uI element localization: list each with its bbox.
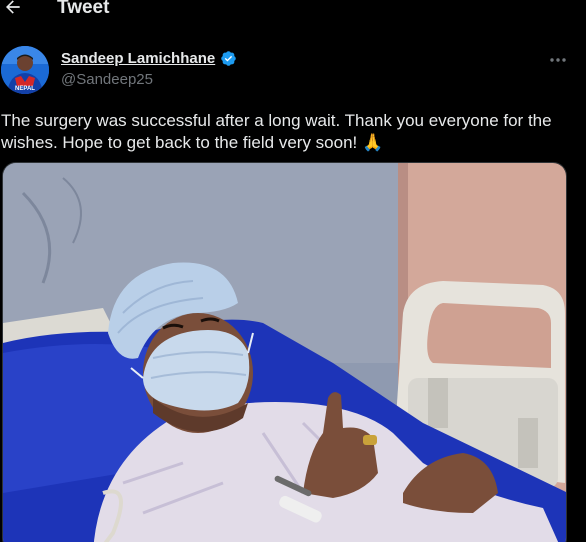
arrow-left-icon (6, 0, 20, 14)
name-line: Sandeep Lamichhane (61, 50, 237, 67)
user-handle[interactable]: @Sandeep25 (61, 71, 153, 88)
tweet-header: Tweet (0, 0, 586, 22)
avatar-image: NEPAL (1, 46, 49, 94)
tweet-page: Tweet NEPAL Sandeep Lamichhane @Sandeep2… (0, 0, 586, 542)
verified-badge-icon (220, 50, 237, 67)
patient-photo-image (3, 163, 566, 542)
tweet-photo[interactable] (2, 162, 567, 542)
avatar-jersey-text: NEPAL (15, 86, 35, 92)
tweet-text: The surgery was successful after a long … (1, 110, 579, 154)
more-options-button[interactable] (544, 50, 572, 70)
more-horizontal-icon (550, 58, 566, 62)
tweet-author: NEPAL Sandeep Lamichhane @Sandeep25 (0, 44, 586, 96)
page-title: Tweet (57, 0, 110, 18)
back-button[interactable] (2, 0, 24, 18)
tweet-body: The surgery was successful after a long … (1, 111, 552, 152)
folded-hands-emoji: 🙏 (362, 133, 384, 152)
display-name[interactable]: Sandeep Lamichhane (61, 50, 215, 67)
avatar[interactable]: NEPAL (1, 46, 49, 94)
